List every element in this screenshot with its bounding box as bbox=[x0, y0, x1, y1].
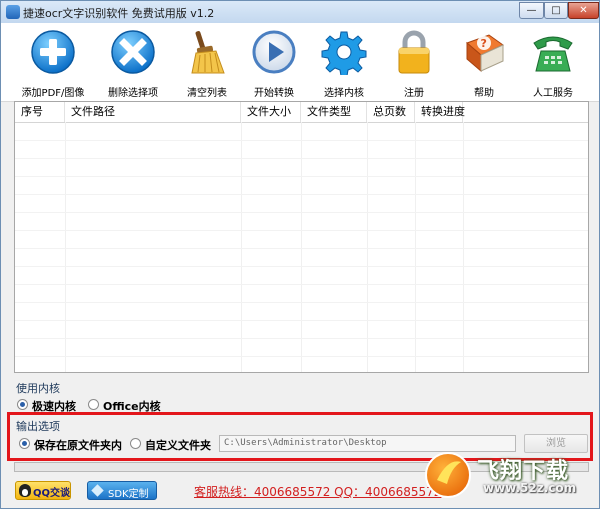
engine-office-radio[interactable] bbox=[88, 399, 99, 410]
minimize-button[interactable]: — bbox=[519, 2, 544, 19]
save-original-folder-label[interactable]: 保存在原文件夹内 bbox=[34, 437, 122, 453]
help-book-icon: ? bbox=[466, 34, 504, 73]
grid-line bbox=[241, 122, 242, 372]
sdk-cube-icon bbox=[91, 484, 104, 497]
qq-chat-button[interactable]: QQ交谈 bbox=[15, 481, 71, 500]
toolbar: 添加PDF/图像 删除选择项 清空列表 开始转换 选择内核 注册 ? 帮助 人工… bbox=[1, 23, 599, 102]
start-convert-label: 开始转换 bbox=[254, 88, 294, 99]
grid-line bbox=[15, 158, 588, 159]
help-button[interactable]: ? 帮助 bbox=[448, 29, 520, 99]
title-bar[interactable]: 捷速ocr文字识别软件 免费试用版 v1.2 — □ ✕ bbox=[1, 1, 599, 23]
grid-line bbox=[15, 230, 588, 231]
help-label: 帮助 bbox=[474, 88, 494, 99]
grid-line bbox=[415, 122, 416, 372]
manual-service-label: 人工服务 bbox=[533, 88, 573, 99]
register-button[interactable]: 注册 bbox=[378, 29, 450, 99]
custom-folder-label[interactable]: 自定义文件夹 bbox=[145, 437, 211, 453]
sdk-custom-button[interactable]: SDK定制 bbox=[87, 481, 157, 500]
support-hotline-link[interactable]: 客服热线：4006685572 QQ：4006685572 bbox=[194, 483, 441, 500]
column-header-pages[interactable]: 总页数 bbox=[367, 102, 415, 122]
lock-icon bbox=[398, 30, 430, 74]
engine-fast-radio[interactable] bbox=[17, 399, 28, 410]
grid-line bbox=[15, 320, 588, 321]
gear-icon bbox=[321, 31, 367, 75]
column-header-progress[interactable]: 转换进度 bbox=[415, 102, 465, 122]
browse-button[interactable]: 浏览 bbox=[524, 434, 588, 453]
select-engine-button[interactable]: 选择内核 bbox=[308, 29, 380, 99]
grid-line bbox=[15, 212, 588, 213]
engine-section-label: 使用内核 bbox=[16, 382, 60, 395]
watermark-url: www.52z.com bbox=[483, 481, 577, 495]
grid-line bbox=[15, 338, 588, 339]
column-header-size[interactable]: 文件大小 bbox=[241, 102, 301, 122]
column-header-type[interactable]: 文件类型 bbox=[301, 102, 367, 122]
app-icon bbox=[6, 5, 20, 19]
sdk-custom-label: SDK定制 bbox=[108, 489, 149, 500]
grid-line bbox=[15, 302, 588, 303]
grid-line bbox=[301, 122, 302, 372]
add-pdf-image-label: 添加PDF/图像 bbox=[21, 88, 85, 99]
start-convert-button[interactable]: 开始转换 bbox=[238, 29, 310, 99]
grid-line bbox=[15, 356, 588, 357]
qq-penguin-icon bbox=[19, 484, 31, 497]
select-engine-label: 选择内核 bbox=[324, 88, 364, 99]
broom-icon bbox=[191, 31, 225, 74]
grid-line bbox=[15, 194, 588, 195]
play-icon bbox=[252, 30, 296, 74]
svg-text:?: ? bbox=[481, 37, 487, 50]
watermark-logo-icon bbox=[425, 452, 471, 498]
column-header-path[interactable]: 文件路径 bbox=[65, 102, 241, 122]
window-title: 捷速ocr文字识别软件 免费试用版 v1.2 bbox=[23, 7, 215, 20]
app-window: 捷速ocr文字识别软件 免费试用版 v1.2 — □ ✕ 添加PDF/图像 删除… bbox=[0, 0, 600, 509]
add-icon bbox=[31, 30, 75, 74]
save-original-folder-radio[interactable] bbox=[19, 438, 30, 449]
close-button[interactable]: ✕ bbox=[568, 2, 599, 19]
grid-line bbox=[15, 248, 588, 249]
phone-icon bbox=[533, 36, 573, 72]
add-pdf-image-button[interactable]: 添加PDF/图像 bbox=[17, 29, 89, 99]
grid-line bbox=[15, 140, 588, 141]
register-label: 注册 bbox=[404, 88, 424, 99]
grid-line bbox=[65, 122, 66, 372]
output-section-label: 输出选项 bbox=[16, 420, 60, 433]
clear-list-label: 清空列表 bbox=[187, 88, 227, 99]
grid-line bbox=[15, 266, 588, 267]
grid-line bbox=[15, 176, 588, 177]
grid-line bbox=[367, 122, 368, 372]
column-header-index[interactable]: 序号 bbox=[15, 102, 65, 122]
grid-line bbox=[15, 284, 588, 285]
delete-selected-button[interactable]: 删除选择项 bbox=[97, 29, 169, 99]
delete-selected-label: 删除选择项 bbox=[108, 88, 158, 99]
custom-folder-radio[interactable] bbox=[130, 438, 141, 449]
manual-service-button[interactable]: 人工服务 bbox=[517, 29, 589, 99]
clear-list-button[interactable]: 清空列表 bbox=[171, 29, 243, 99]
delete-icon bbox=[111, 30, 155, 74]
maximize-button[interactable]: □ bbox=[544, 2, 568, 19]
qq-chat-label: QQ交谈 bbox=[33, 488, 71, 499]
file-list[interactable]: 序号 文件路径 文件大小 文件类型 总页数 转换进度 bbox=[14, 101, 589, 373]
grid-line bbox=[463, 122, 464, 372]
file-list-header: 序号 文件路径 文件大小 文件类型 总页数 转换进度 bbox=[15, 102, 588, 123]
